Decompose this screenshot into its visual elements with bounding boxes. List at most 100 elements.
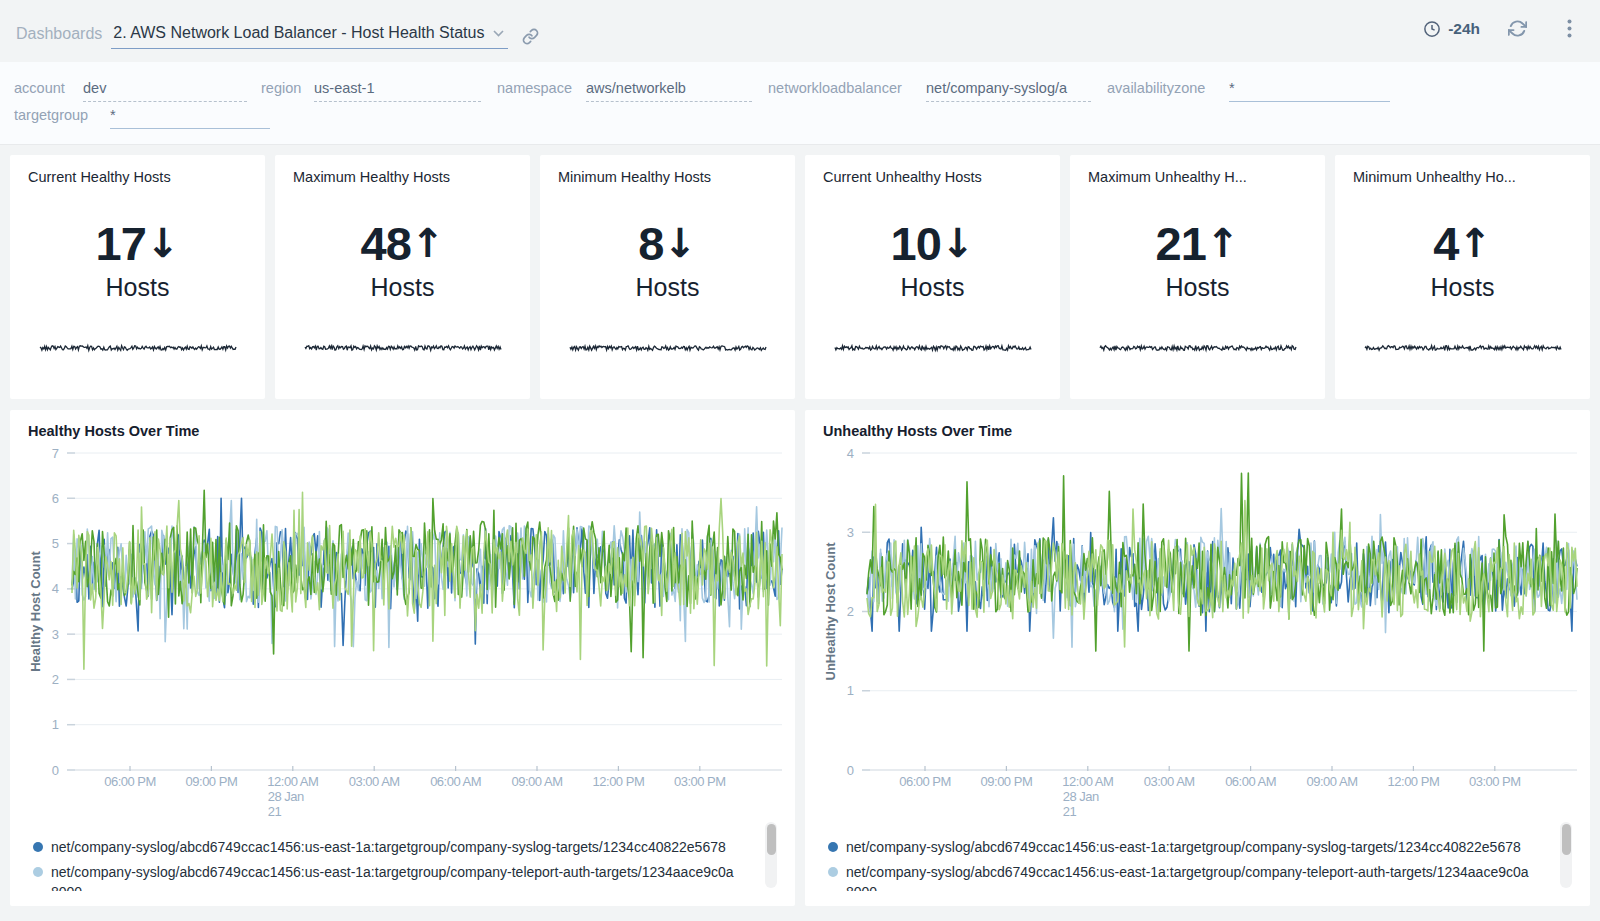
legend-item[interactable]: net/company-syslog/abcd6749ccac1456:us-e… <box>33 862 780 891</box>
legend-label: net/company-syslog/abcd6749ccac1456:us-e… <box>846 862 1532 891</box>
filter-label: namespace <box>497 80 572 96</box>
chart-panel-1: Unhealthy Hosts Over Time4321006:00 PM09… <box>805 410 1590 906</box>
stat-panel-0: Current Healthy Hosts 17↓Hosts <box>10 155 265 399</box>
stat-value: 10↓ <box>805 216 1060 271</box>
svg-text:03:00 PM: 03:00 PM <box>674 774 726 789</box>
legend-scrollbar-thumb[interactable] <box>767 824 776 855</box>
refresh-icon[interactable] <box>1508 19 1527 38</box>
legend-dot <box>33 842 43 852</box>
filter-label: targetgroup <box>14 107 88 123</box>
svg-text:28 Jan: 28 Jan <box>1063 789 1099 804</box>
svg-text:12:00 AM: 12:00 AM <box>1062 774 1113 789</box>
stat-sparkline <box>834 339 1032 357</box>
stat-panel-title: Minimum Healthy Hosts <box>558 169 783 185</box>
svg-text:12:00 AM: 12:00 AM <box>267 774 318 789</box>
legend-dot <box>828 867 838 877</box>
svg-text:03:00 AM: 03:00 AM <box>349 774 400 789</box>
legend-scrollbar[interactable] <box>765 822 777 888</box>
legend-dot <box>828 842 838 852</box>
legend-scrollbar[interactable] <box>1560 822 1572 888</box>
stat-panel-2: Minimum Healthy Hosts 8↓Hosts <box>540 155 795 399</box>
stat-unit: Hosts <box>275 273 530 302</box>
filter-value[interactable]: * <box>1229 80 1390 102</box>
legend-item[interactable]: net/company-syslog/abcd6749ccac1456:us-e… <box>828 862 1575 891</box>
svg-text:4: 4 <box>52 581 59 596</box>
arrow-down-icon: ↓ <box>146 220 180 266</box>
filter-label: region <box>261 80 301 96</box>
legend-label: net/company-syslog/abcd6749ccac1456:us-e… <box>846 837 1532 857</box>
svg-text:21: 21 <box>268 804 282 819</box>
svg-text:3: 3 <box>52 627 59 642</box>
svg-text:09:00 AM: 09:00 AM <box>1307 774 1358 789</box>
svg-text:03:00 PM: 03:00 PM <box>1469 774 1521 789</box>
stat-value: 8↓ <box>540 216 795 271</box>
stat-unit: Hosts <box>540 273 795 302</box>
arrow-up-icon: ↑ <box>1206 220 1240 266</box>
stat-value: 48↑ <box>275 216 530 271</box>
svg-text:4: 4 <box>847 446 854 461</box>
time-range-label[interactable]: -24h <box>1448 20 1480 38</box>
svg-text:1: 1 <box>52 717 59 732</box>
kebab-menu-icon[interactable] <box>1567 19 1572 38</box>
stat-unit: Hosts <box>1335 273 1590 302</box>
dashboard-title-dropdown[interactable]: 2. AWS Network Load Balancer - Host Heal… <box>111 24 508 49</box>
stat-panel-title: Current Healthy Hosts <box>28 169 253 185</box>
filter-value[interactable]: net/company-syslog/a <box>926 80 1091 102</box>
stat-panel-title: Maximum Healthy Hosts <box>293 169 518 185</box>
breadcrumb: Dashboards <box>16 25 102 43</box>
stat-unit: Hosts <box>10 273 265 302</box>
legend-scrollbar-thumb[interactable] <box>1562 824 1571 855</box>
chevron-down-icon <box>493 30 504 37</box>
filter-label: networkloadbalancer <box>768 80 902 96</box>
chart-plot[interactable]: 7654321006:00 PM09:00 PM12:00 AM28 Jan21… <box>10 410 795 824</box>
arrow-up-icon: ↑ <box>1458 220 1492 266</box>
svg-text:2: 2 <box>52 672 59 687</box>
svg-text:09:00 PM: 09:00 PM <box>186 774 238 789</box>
svg-text:0: 0 <box>847 763 854 778</box>
svg-text:12:00 PM: 12:00 PM <box>593 774 645 789</box>
stat-value: 17↓ <box>10 216 265 271</box>
stat-panel-5: Minimum Unhealthy Ho...4↑Hosts <box>1335 155 1590 399</box>
svg-text:0: 0 <box>52 763 59 778</box>
page-title: 2. AWS Network Load Balancer - Host Heal… <box>113 24 484 42</box>
arrow-up-icon: ↑ <box>411 220 445 266</box>
svg-text:06:00 PM: 06:00 PM <box>104 774 156 789</box>
stat-value: 21↑ <box>1070 216 1325 271</box>
stat-unit: Hosts <box>805 273 1060 302</box>
stat-number: 21 <box>1156 217 1206 270</box>
stat-sparkline <box>569 339 767 357</box>
svg-text:28 Jan: 28 Jan <box>268 789 304 804</box>
legend-item[interactable]: net/company-syslog/abcd6749ccac1456:us-e… <box>33 837 780 857</box>
stat-unit: Hosts <box>1070 273 1325 302</box>
svg-text:3: 3 <box>847 525 854 540</box>
stat-panel-title: Current Unhealthy Hosts <box>823 169 1048 185</box>
stat-panel-4: Maximum Unhealthy H...21↑Hosts <box>1070 155 1325 399</box>
svg-text:06:00 AM: 06:00 AM <box>430 774 481 789</box>
stat-panels-row: Current Healthy Hosts17↓HostsMaximum Hea… <box>10 155 1590 399</box>
chart-panel-0: Healthy Hosts Over Time7654321006:00 PM0… <box>10 410 795 906</box>
svg-text:7: 7 <box>52 446 59 461</box>
stat-sparkline <box>1099 339 1297 357</box>
chart-legend: net/company-syslog/abcd6749ccac1456:us-e… <box>33 837 780 891</box>
filter-value[interactable]: dev <box>83 80 247 102</box>
clock-icon[interactable] <box>1423 20 1441 38</box>
svg-text:06:00 PM: 06:00 PM <box>899 774 951 789</box>
chart-plot[interactable]: 4321006:00 PM09:00 PM12:00 AM28 Jan2103:… <box>805 410 1590 824</box>
filter-value[interactable]: aws/networkelb <box>586 80 752 102</box>
stat-panel-1: Maximum Healthy Hosts 48↑Hosts <box>275 155 530 399</box>
stat-value: 4↑ <box>1335 216 1590 271</box>
link-icon[interactable] <box>522 28 539 45</box>
filter-value[interactable]: us-east-1 <box>314 80 481 102</box>
svg-text:1: 1 <box>847 683 854 698</box>
arrow-down-icon: ↓ <box>941 220 975 266</box>
svg-text:21: 21 <box>1063 804 1077 819</box>
legend-item[interactable]: net/company-syslog/abcd6749ccac1456:us-e… <box>828 837 1575 857</box>
stat-panel-title: Maximum Unhealthy H... <box>1088 169 1313 185</box>
svg-text:UnHealthy Host Count: UnHealthy Host Count <box>823 542 838 681</box>
svg-text:03:00 AM: 03:00 AM <box>1144 774 1195 789</box>
filter-label: account <box>14 80 65 96</box>
legend-dot <box>33 867 43 877</box>
dashboard-header: Dashboards 2. AWS Network Load Balancer … <box>0 0 1600 57</box>
stat-sparkline <box>39 339 237 357</box>
filter-value[interactable]: * <box>110 107 270 129</box>
